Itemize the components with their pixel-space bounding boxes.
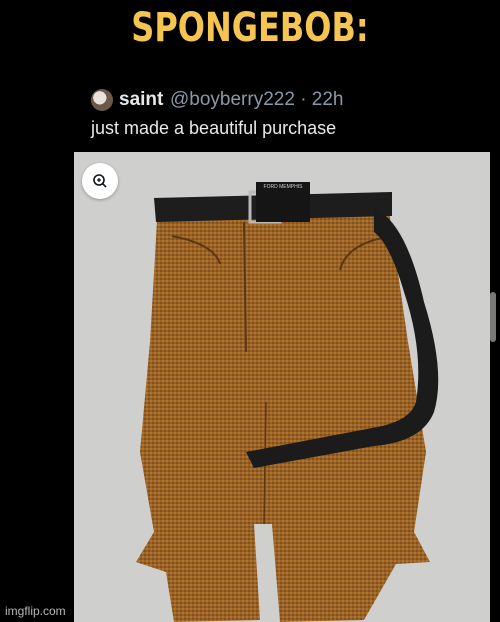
shorts bbox=[136, 204, 430, 622]
meme-caption: SPONGEBOB: bbox=[131, 5, 369, 51]
display-name[interactable]: saint bbox=[119, 89, 163, 111]
zoom-in-icon bbox=[93, 174, 107, 188]
imgflip-watermark: imgflip.com bbox=[5, 604, 66, 618]
tweet-photo[interactable]: FORD MEMPHIS bbox=[74, 152, 490, 622]
belt-brand-label: FORD MEMPHIS bbox=[264, 184, 304, 190]
shorts-illustration: FORD MEMPHIS bbox=[136, 182, 439, 622]
tweet-card: saint @boyberry222 · 22h just made a bea… bbox=[74, 80, 490, 622]
scrollbar[interactable] bbox=[490, 292, 496, 342]
tweet-text: just made a beautiful purchase bbox=[91, 118, 337, 138]
avatar[interactable] bbox=[91, 89, 113, 111]
handle-and-time[interactable]: @boyberry222 · 22h bbox=[170, 89, 344, 111]
tweet-header: saint @boyberry222 · 22h just made a bea… bbox=[74, 80, 490, 152]
zoom-button[interactable] bbox=[82, 163, 118, 199]
